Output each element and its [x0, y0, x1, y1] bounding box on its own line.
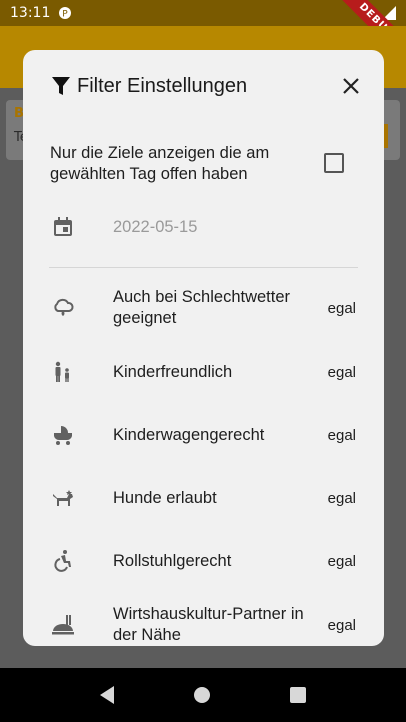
filter-value[interactable]: egal [328, 553, 356, 570]
wheelchair-icon [54, 550, 71, 572]
date-row[interactable]: 2022-05-15 [23, 212, 384, 242]
app-notification-icon: P [59, 7, 72, 20]
status-time: 13:11 [10, 5, 51, 21]
dialog-header: Filter Einstellungen [51, 72, 362, 100]
open-filter-label: Nur die Ziele anzeigen die am gewählten … [50, 144, 270, 183]
filter-label: Rollstuhlgerecht [113, 551, 232, 570]
divider [49, 267, 358, 268]
filter-row-dining[interactable]: Wirtshauskultur-Partner in der Nähe egal [23, 600, 384, 646]
filter-row-weather[interactable]: Auch bei Schlechtwetter geeignet egal [23, 283, 384, 333]
filter-value[interactable]: egal [328, 427, 356, 444]
family-icon [55, 361, 69, 382]
filter-value[interactable]: egal [328, 364, 356, 381]
dialog-title: Filter Einstellungen [77, 74, 248, 97]
recent-apps-icon[interactable] [290, 687, 306, 703]
stroller-icon [54, 426, 72, 445]
home-icon[interactable] [194, 687, 210, 703]
filter-value[interactable]: egal [328, 617, 356, 634]
filter-label: Kinderfreundlich [113, 362, 233, 381]
calendar-icon [54, 217, 72, 236]
status-bar: 13:11 P [0, 0, 406, 26]
filter-label: Kinderwagengerecht [113, 425, 265, 444]
filter-row-dogs[interactable]: Hunde erlaubt egal [23, 473, 384, 523]
cloud-rain-icon [54, 298, 74, 316]
dog-icon [53, 490, 73, 506]
open-filter-row[interactable]: Nur die Ziele anzeigen die am gewählten … [23, 142, 384, 186]
filter-row-stroller[interactable]: Kinderwagengerecht egal [23, 410, 384, 460]
date-value[interactable]: 2022-05-15 [113, 218, 197, 237]
filter-row-kinder[interactable]: Kinderfreundlich egal [23, 347, 384, 397]
filter-value[interactable]: egal [328, 300, 356, 317]
filter-dialog: Filter Einstellungen Nur die Ziele anzei… [23, 50, 384, 646]
filter-label: Auch bei Schlechtwetter geeignet [113, 288, 291, 327]
filter-value[interactable]: egal [328, 490, 356, 507]
filter-icon [52, 77, 70, 95]
back-icon[interactable] [100, 686, 114, 704]
filter-label: Wirtshauskultur-Partner in der Nähe [113, 605, 304, 644]
open-filter-checkbox[interactable] [324, 153, 344, 173]
system-nav-bar [0, 668, 406, 722]
filter-label: Hunde erlaubt [113, 488, 217, 507]
svg-text:P: P [63, 10, 69, 20]
close-icon[interactable] [340, 75, 362, 97]
filter-row-wheelchair[interactable]: Rollstuhlgerecht egal [23, 536, 384, 586]
dining-icon [52, 615, 74, 635]
